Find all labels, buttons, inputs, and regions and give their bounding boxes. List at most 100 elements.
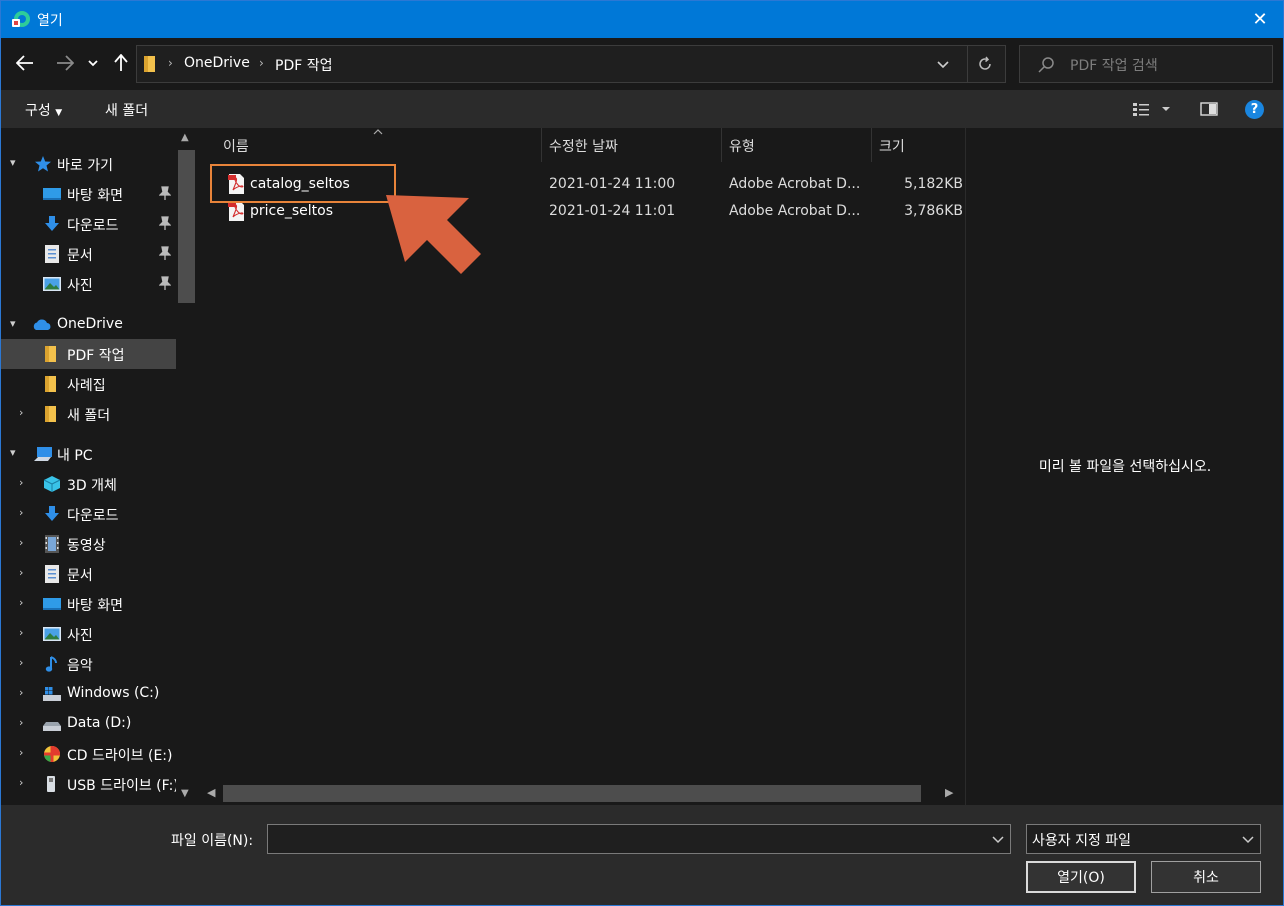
sidebar-item-usb-drive[interactable]: › USB 드라이브 (F:): [1, 769, 176, 799]
chevron-down-icon: [1242, 836, 1254, 844]
document-icon: [45, 245, 59, 263]
sidebar-item-documents[interactable]: 문서: [1, 239, 176, 269]
sidebar-item-quick-access[interactable]: ▾ 바로 가기: [1, 149, 176, 179]
sidebar-item-music[interactable]: › 음악: [1, 649, 176, 679]
sidebar-item-this-pc[interactable]: ▾ 내 PC: [1, 439, 176, 469]
pin-icon[interactable]: [159, 216, 171, 230]
sidebar-item-label: 동영상: [67, 538, 106, 554]
sidebar-item-label: 문서: [67, 248, 93, 264]
sidebar-item-label: 바탕 화면: [67, 598, 123, 614]
sidebar-item-desktop[interactable]: 바탕 화면: [1, 179, 176, 209]
sidebar-item-label: 내 PC: [57, 448, 93, 464]
column-header-name[interactable]: 이름: [201, 128, 541, 162]
column-header-label: 이름: [223, 139, 249, 155]
sidebar-item-3d-objects[interactable]: › 3D 개체: [1, 469, 176, 499]
cancel-button[interactable]: 취소: [1151, 861, 1261, 893]
filetype-select[interactable]: 사용자 지정 파일: [1026, 824, 1261, 854]
help-icon[interactable]: ?: [1245, 100, 1264, 119]
navigation-scrollbar[interactable]: ▲ ▼: [176, 128, 197, 805]
pin-icon[interactable]: [159, 186, 171, 200]
filetype-value: 사용자 지정 파일: [1032, 833, 1132, 849]
up-button[interactable]: [109, 51, 133, 75]
sidebar-item-pictures[interactable]: 사진: [1, 269, 176, 299]
sidebar-item-new-folder[interactable]: › 새 폴더: [1, 399, 176, 429]
sidebar-item-desktop-pc[interactable]: › 바탕 화면: [1, 589, 176, 619]
pictures-icon: [43, 627, 61, 641]
sidebar-item-downloads[interactable]: 다운로드: [1, 209, 176, 239]
sidebar-item-documents-pc[interactable]: › 문서: [1, 559, 176, 589]
drive-c-icon: [43, 687, 61, 701]
file-name: price_seltos: [250, 203, 333, 219]
recent-locations-button[interactable]: [83, 51, 103, 75]
preview-pane: 미리 볼 파일을 선택하십시오.: [965, 128, 1283, 805]
filename-combobox[interactable]: [267, 824, 1011, 854]
dialog-footer: 파일 이름(N): 사용자 지정 파일 열기(O) 취소: [1, 805, 1283, 905]
breadcrumb-separator: ›: [259, 56, 264, 70]
scroll-right-icon[interactable]: ▶: [945, 786, 953, 799]
view-options-icon[interactable]: [1132, 101, 1172, 117]
search-placeholder: PDF 작업 검색: [1070, 58, 1158, 74]
sidebar-item-casebook[interactable]: 사례집: [1, 369, 176, 399]
preview-message: 미리 볼 파일을 선택하십시오.: [1038, 459, 1212, 475]
sidebar-item-label: 3D 개체: [67, 478, 117, 494]
chevron-right-icon: ›: [19, 716, 24, 729]
column-header-label: 수정한 날짜: [549, 139, 618, 155]
column-header-size[interactable]: 크기: [871, 128, 963, 162]
chevron-expanded-icon: ▾: [10, 156, 16, 169]
open-file-dialog: 열기 ✕ › OneDrive › PDF 작업 PDF 작업 검색 구성 ▼ …: [0, 0, 1284, 906]
scroll-down-icon[interactable]: ▼: [181, 788, 189, 799]
sidebar-item-downloads-pc[interactable]: › 다운로드: [1, 499, 176, 529]
caret-down-icon: ▼: [55, 108, 63, 118]
3d-objects-icon: [43, 476, 61, 492]
sidebar-item-label: 사례집: [67, 378, 106, 394]
chevron-right-icon: ›: [19, 776, 24, 789]
scroll-left-icon[interactable]: ◀: [207, 786, 215, 799]
column-header-date[interactable]: 수정한 날짜: [541, 128, 721, 162]
address-divider: [967, 46, 968, 82]
folder-icon: [45, 346, 56, 362]
sidebar-item-pictures-pc[interactable]: › 사진: [1, 619, 176, 649]
sidebar-item-onedrive[interactable]: ▾ OneDrive: [1, 310, 176, 340]
scrollbar-thumb[interactable]: [178, 150, 195, 303]
sidebar-item-drive-c[interactable]: › Windows (C:): [1, 679, 176, 709]
sidebar-item-pdf-work[interactable]: PDF 작업: [1, 339, 176, 369]
close-button[interactable]: ✕: [1237, 1, 1283, 38]
chevron-down-icon[interactable]: [937, 61, 949, 69]
breadcrumb-pdf-work[interactable]: PDF 작업: [275, 55, 333, 75]
organize-menu[interactable]: 구성 ▼: [25, 100, 62, 120]
navigation-row: › OneDrive › PDF 작업 PDF 작업 검색: [1, 38, 1283, 90]
filename-label: 파일 이름(N):: [171, 833, 254, 849]
arrow-right-icon: [57, 55, 74, 71]
chevron-down-icon[interactable]: [992, 836, 1004, 844]
refresh-icon[interactable]: [977, 56, 993, 72]
scrollbar-thumb[interactable]: [223, 785, 921, 802]
forward-button[interactable]: [53, 51, 77, 75]
file-size: 3,786KB: [904, 203, 963, 219]
back-button[interactable]: [13, 51, 37, 75]
new-folder-button[interactable]: 새 폴더: [105, 100, 148, 120]
help-glyph: ?: [1250, 102, 1259, 117]
sidebar-item-label: 음악: [67, 658, 93, 674]
sidebar-item-label: CD 드라이브 (E:): [67, 748, 173, 764]
pin-icon[interactable]: [159, 246, 171, 260]
preview-pane-icon[interactable]: [1200, 102, 1218, 116]
folder-icon: [45, 376, 56, 392]
file-date: 2021-01-24 11:01: [549, 203, 676, 219]
breadcrumb-onedrive[interactable]: OneDrive: [184, 55, 250, 71]
search-box[interactable]: PDF 작업 검색: [1019, 45, 1273, 83]
arrow-left-icon: [16, 55, 33, 71]
scroll-up-icon[interactable]: ▲: [181, 132, 189, 143]
file-type: Adobe Acrobat D...: [729, 203, 861, 219]
column-header-label: 크기: [879, 139, 905, 155]
horizontal-scrollbar[interactable]: ◀ ▶: [201, 782, 963, 805]
music-icon: [45, 656, 57, 672]
sidebar-item-videos[interactable]: › 동영상: [1, 529, 176, 559]
sidebar-item-drive-d[interactable]: › Data (D:): [1, 709, 176, 739]
sidebar-item-cd-drive[interactable]: › CD 드라이브 (E:): [1, 739, 176, 769]
column-header-type[interactable]: 유형: [721, 128, 871, 162]
address-bar[interactable]: › OneDrive › PDF 작업: [136, 45, 1006, 83]
open-button[interactable]: 열기(O): [1026, 861, 1136, 893]
sidebar-item-label: 사진: [67, 278, 93, 294]
pin-icon[interactable]: [159, 276, 171, 290]
command-toolbar: 구성 ▼ 새 폴더 ?: [1, 90, 1283, 128]
